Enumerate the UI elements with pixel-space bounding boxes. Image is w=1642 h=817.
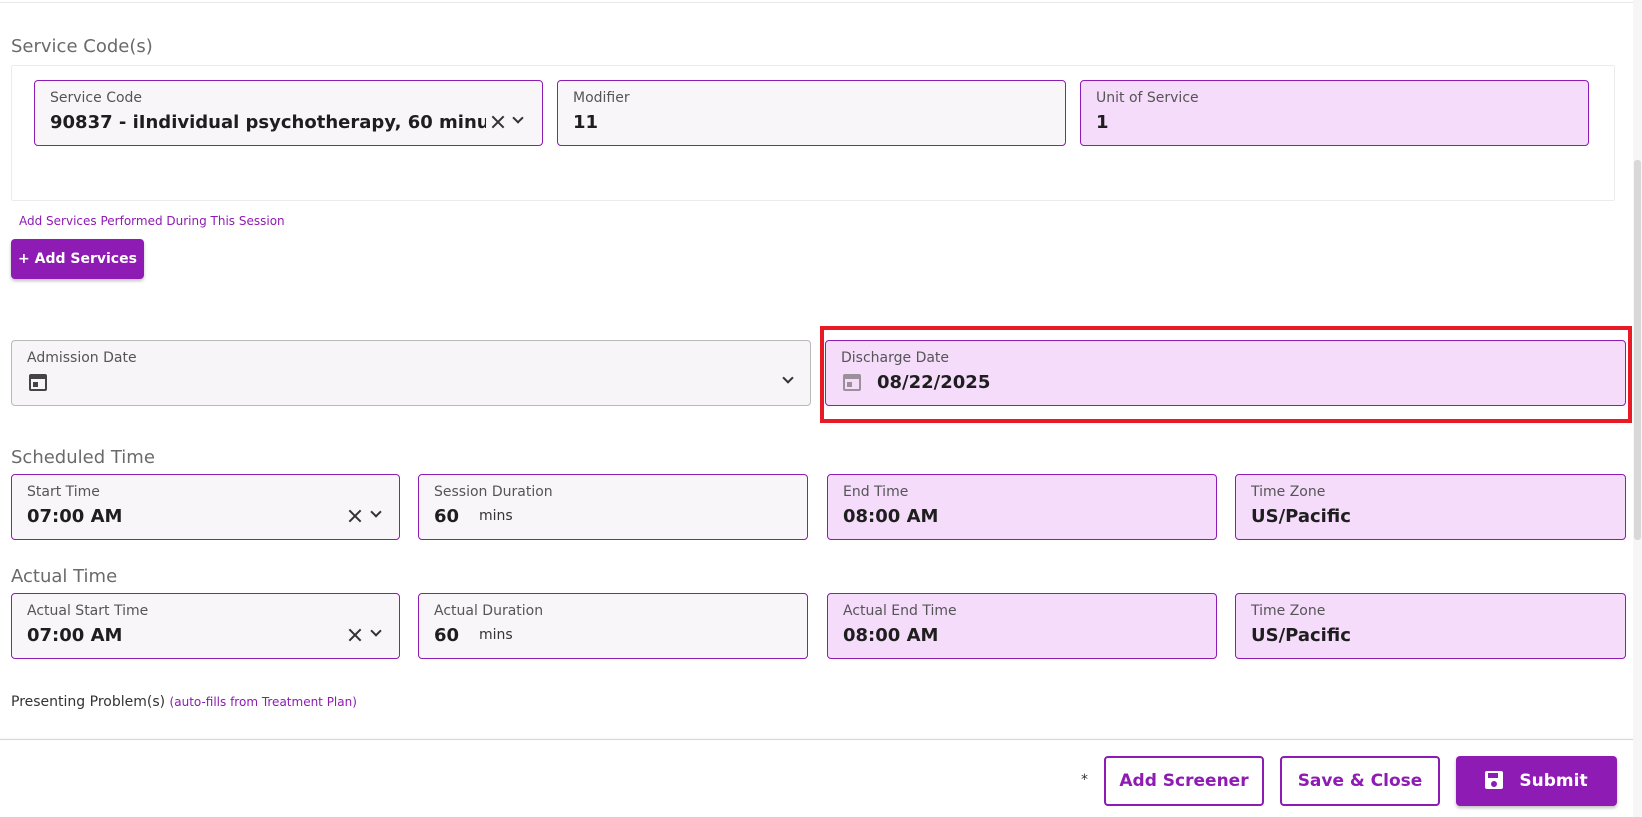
modifier-field[interactable]: Modifier 11 [557,80,1066,146]
top-divider [0,0,1642,3]
actual-end-time-value: 08:00 AM [843,625,939,646]
modifier-value: 11 [573,112,599,133]
admission-date-field[interactable]: Admission Date [11,340,811,406]
presenting-problems-note: (auto-fills from Treatment Plan) [169,695,357,709]
chevron-down-icon[interactable] [782,372,794,384]
actual-start-time-select[interactable]: Actual Start Time 07:00 AM [11,593,400,659]
footer-divider [0,739,1642,740]
time-zone-field[interactable]: Time Zone US/Pacific [1235,474,1626,540]
time-zone-label: Time Zone [1251,484,1326,500]
highlight-box [820,326,1632,423]
presenting-problems-label: Presenting Problem(s) (auto-fills from T… [11,694,357,710]
save-close-button[interactable]: Save & Close [1280,756,1440,806]
service-code-select[interactable]: Service Code 90837 - iIndividual psychot… [34,80,543,146]
add-services-hint: Add Services Performed During This Sessi… [19,214,285,228]
actual-time-title: Actual Time [11,566,118,587]
actual-start-time-value: 07:00 AM [27,625,123,646]
unit-of-service-value: 1 [1096,112,1109,133]
session-duration-field[interactable]: Session Duration 60 mins [418,474,808,540]
actual-duration-value: 60 [434,625,460,646]
chevron-down-icon[interactable] [512,112,524,124]
time-zone-value: US/Pacific [1251,506,1351,527]
clear-icon[interactable] [491,115,505,129]
admission-date-label: Admission Date [27,350,137,366]
chevron-down-icon[interactable] [370,625,382,637]
calendar-icon[interactable] [29,372,47,391]
actual-duration-label: Actual Duration [434,603,544,619]
actual-duration-unit: mins [479,627,513,643]
presenting-problems-text: Presenting Problem(s) [11,694,166,710]
start-time-select[interactable]: Start Time 07:00 AM [11,474,400,540]
add-services-button[interactable]: + Add Services [11,239,144,279]
service-code-value: 90837 - iIndividual psychotherapy, 60 mi… [50,112,486,133]
actual-time-zone-value: US/Pacific [1251,625,1351,646]
submit-label: Submit [1519,771,1588,791]
required-marker: * [1081,772,1088,788]
scrollbar-thumb[interactable] [1634,160,1641,540]
scheduled-time-title: Scheduled Time [11,447,155,468]
unit-of-service-label: Unit of Service [1096,90,1199,106]
service-codes-title: Service Code(s) [11,36,153,57]
session-duration-label: Session Duration [434,484,553,500]
unit-of-service-field[interactable]: Unit of Service 1 [1080,80,1589,146]
clear-icon[interactable] [348,628,362,642]
session-form-page: Service Code(s) Service Code 90837 - iIn… [0,0,1642,817]
clear-icon[interactable] [348,509,362,523]
start-time-value: 07:00 AM [27,506,123,527]
chevron-down-icon[interactable] [370,506,382,518]
start-time-label: Start Time [27,484,100,500]
service-code-label: Service Code [50,90,143,106]
actual-end-time-field[interactable]: Actual End Time 08:00 AM [827,593,1217,659]
modifier-label: Modifier [573,90,630,106]
actual-time-zone-label: Time Zone [1251,603,1326,619]
submit-button[interactable]: Submit [1456,756,1617,806]
actual-duration-field[interactable]: Actual Duration 60 mins [418,593,808,659]
actual-end-time-label: Actual End Time [843,603,957,619]
end-time-value: 08:00 AM [843,506,939,527]
end-time-field[interactable]: End Time 08:00 AM [827,474,1217,540]
actual-start-time-label: Actual Start Time [27,603,149,619]
vertical-scrollbar[interactable] [1633,0,1642,817]
end-time-label: End Time [843,484,909,500]
session-duration-unit: mins [479,508,513,524]
save-icon [1485,771,1504,789]
add-screener-button[interactable]: Add Screener [1104,756,1264,806]
actual-time-zone-field[interactable]: Time Zone US/Pacific [1235,593,1626,659]
session-duration-value: 60 [434,506,460,527]
